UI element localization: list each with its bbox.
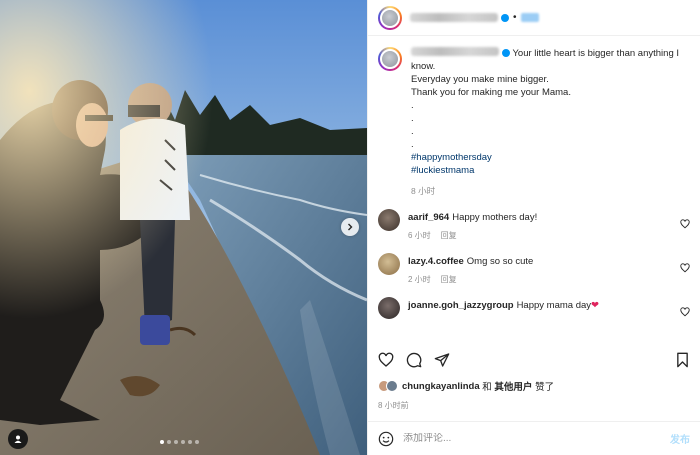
post-comment-button[interactable]: 发布	[670, 431, 690, 446]
author-username-obscured[interactable]	[410, 13, 498, 22]
carousel-dot	[195, 440, 199, 444]
liker-username[interactable]: chungkayanlinda	[402, 381, 480, 392]
likes-summary: chungkayanlinda 和 其他用户 赞了	[378, 379, 554, 393]
comment-input[interactable]	[403, 433, 670, 444]
verified-badge-icon	[501, 13, 509, 22]
likes-others-link[interactable]: 其他用户	[494, 379, 532, 393]
comment-item: joanne.goh_jazzygroup Happy mama day❤	[378, 297, 690, 319]
comments-list[interactable]: Your little heart is bigger than anythin…	[368, 37, 700, 340]
caption-line: .	[411, 139, 414, 150]
hashtag-link[interactable]: #luckiestmama	[411, 165, 474, 176]
reply-button[interactable]: 回复	[441, 231, 457, 240]
caption-line: .	[411, 100, 414, 111]
post-modal: • Your little heart is bigger than anyth…	[0, 0, 700, 455]
caption-timestamp[interactable]: 8 小时	[411, 185, 681, 197]
comment-time[interactable]: 6 小时	[408, 231, 431, 240]
comment-item: lazy.4.coffee Omg so so cute 2 小时 回复	[378, 253, 690, 285]
carousel-dot	[167, 440, 171, 444]
commenter-avatar[interactable]	[378, 253, 400, 275]
beach-photo-image	[0, 0, 367, 455]
reply-button[interactable]: 回复	[441, 275, 457, 284]
post-photo[interactable]	[0, 0, 367, 455]
comment-username[interactable]: lazy.4.coffee	[408, 256, 464, 267]
caption-line: .	[411, 126, 414, 137]
commenter-avatar[interactable]	[378, 209, 400, 231]
chevron-right-icon	[348, 223, 353, 231]
post-caption: Your little heart is bigger than anythin…	[378, 47, 690, 197]
author-avatar[interactable]	[378, 5, 402, 30]
post-header: •	[368, 0, 700, 36]
caption-author-avatar[interactable]	[378, 47, 402, 71]
post-actions-bar	[378, 348, 690, 372]
comment-like-heart-icon[interactable]	[680, 307, 690, 317]
comment-bubble-icon[interactable]	[406, 352, 422, 368]
likes-suffix: 赞了	[535, 382, 555, 393]
comment-username[interactable]: aarif_964	[408, 212, 449, 223]
post-side-panel: • Your little heart is bigger than anyth…	[367, 0, 700, 455]
likes-connector: 和	[482, 382, 492, 393]
caption-line: Thank you for making me your Mama.	[411, 87, 571, 98]
comment-text: Happy mama day	[516, 300, 592, 311]
comment-time[interactable]: 2 小时	[408, 275, 431, 284]
caption-line: .	[411, 113, 414, 124]
carousel-dot	[181, 440, 185, 444]
bookmark-icon[interactable]	[675, 352, 690, 368]
likers-avatars[interactable]	[378, 380, 398, 392]
comment-text: Happy mothers day!	[452, 212, 538, 223]
comment-item: aarif_964 Happy mothers day! 6 小时 回复	[378, 209, 690, 241]
caption-line: Everyday you make mine bigger.	[411, 74, 549, 85]
heart-icon[interactable]	[378, 352, 394, 368]
user-tag-icon	[14, 435, 22, 443]
commenter-avatar[interactable]	[378, 297, 400, 319]
carousel-next-button[interactable]	[341, 218, 359, 236]
comment-composer: 发布	[368, 421, 700, 455]
carousel-dot	[188, 440, 192, 444]
post-timestamp[interactable]: 8 小时前	[378, 400, 409, 411]
separator-dot: •	[513, 12, 517, 23]
carousel-dot	[160, 440, 164, 444]
tagged-users-button[interactable]	[8, 429, 28, 449]
hashtag-link[interactable]: #happymothersday	[411, 152, 492, 163]
smiley-icon[interactable]	[378, 431, 394, 447]
comment-text: Omg so so cute	[466, 256, 534, 267]
verified-badge-icon	[502, 49, 510, 58]
comment-like-heart-icon[interactable]	[680, 263, 690, 273]
carousel-dots	[160, 440, 199, 444]
comment-username[interactable]: joanne.goh_jazzygroup	[408, 300, 514, 311]
follow-button-obscured[interactable]	[520, 13, 539, 22]
caption-author-obscured[interactable]	[411, 47, 499, 56]
heart-emoji: ❤	[591, 300, 599, 311]
comment-like-heart-icon[interactable]	[680, 219, 690, 229]
paper-plane-icon[interactable]	[434, 352, 450, 368]
liker-avatar	[386, 380, 398, 392]
carousel-dot	[174, 440, 178, 444]
